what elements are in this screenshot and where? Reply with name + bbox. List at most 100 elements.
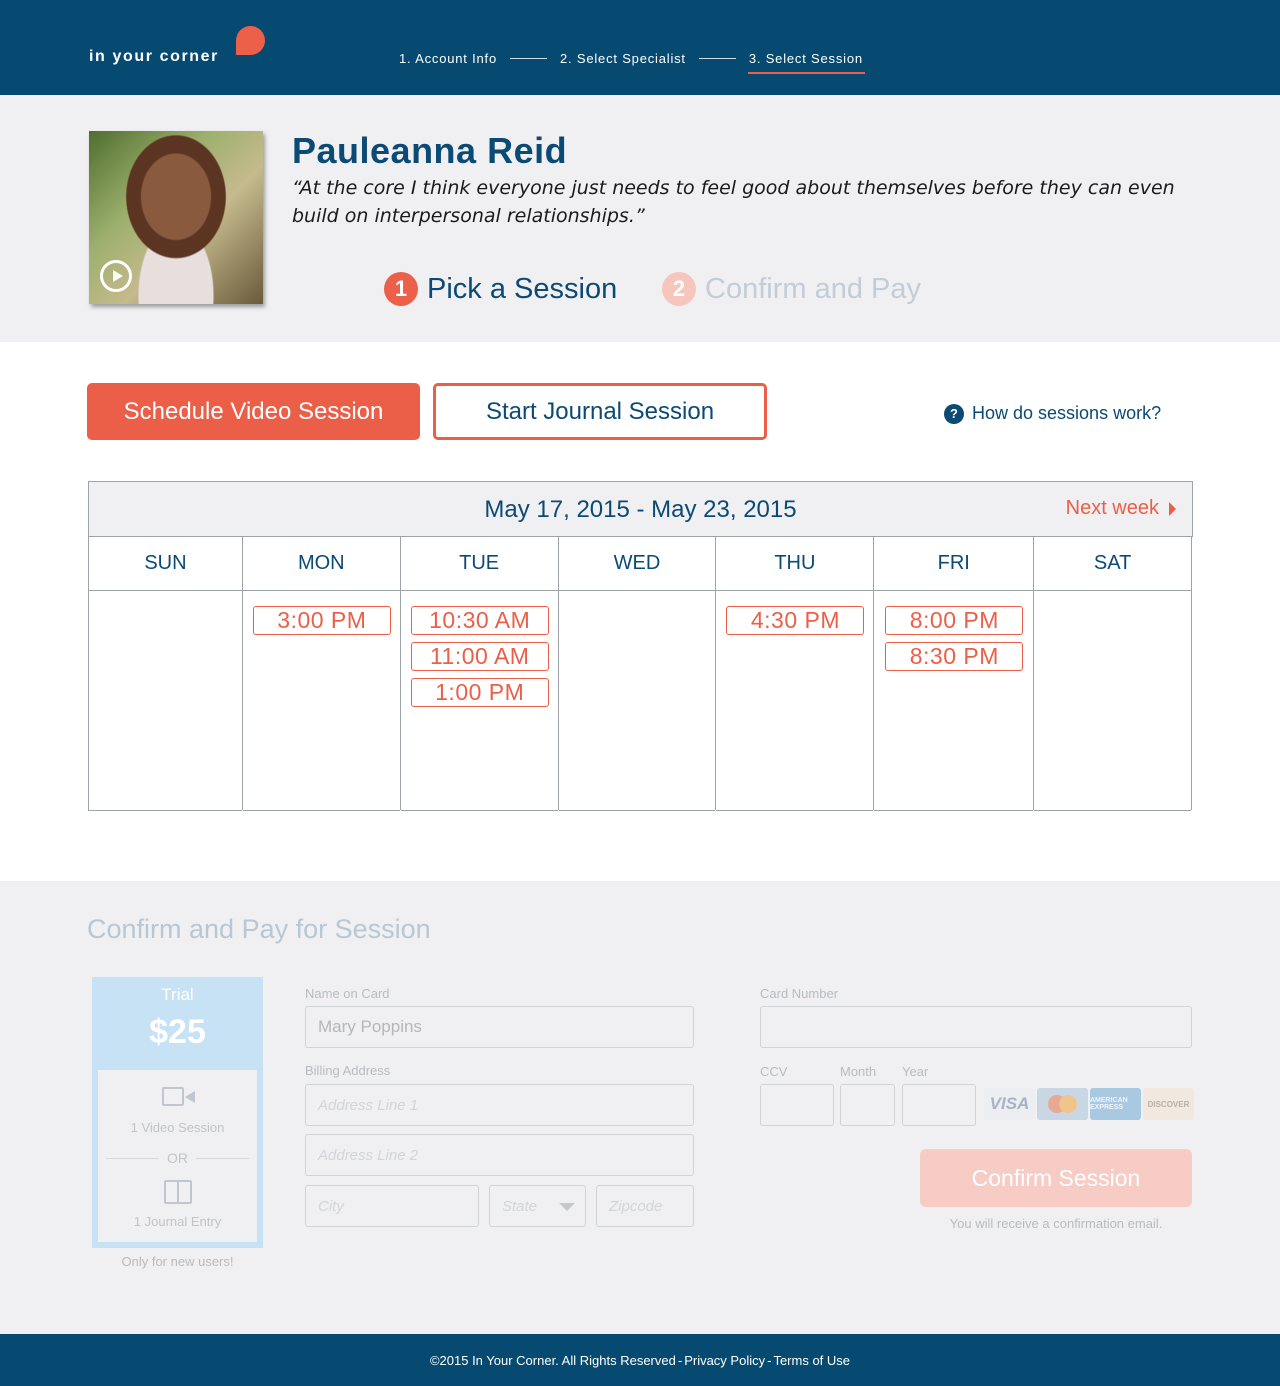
address-line-2-input[interactable]: Address Line 2 xyxy=(305,1134,694,1176)
trial-details: 1 Video Session OR 1 Journal Entry xyxy=(98,1070,257,1242)
day-header: SAT xyxy=(1034,536,1192,591)
schedule-video-session-button[interactable]: Schedule Video Session xyxy=(87,383,420,440)
time-slot[interactable]: 11:00 AM xyxy=(410,642,549,671)
how-sessions-work-link[interactable]: ? How do sessions work? xyxy=(944,403,1161,424)
discover-card-icon: DISCOVER xyxy=(1143,1088,1194,1120)
ccv-input[interactable] xyxy=(760,1084,834,1126)
book-icon xyxy=(164,1180,192,1204)
day-slots: 10:30 AM 11:00 AM 1:00 PM xyxy=(400,591,558,811)
substep-pick-session: 1 Pick a Session xyxy=(384,272,617,306)
start-journal-session-button[interactable]: Start Journal Session xyxy=(433,383,767,440)
play-video-icon[interactable] xyxy=(100,260,132,292)
month-label: Month xyxy=(840,1064,877,1079)
step-select-session[interactable]: 3. Select Session xyxy=(747,51,865,74)
footer-separator: - xyxy=(767,1352,772,1368)
divider-line xyxy=(196,1157,249,1159)
time-slot[interactable]: 1:00 PM xyxy=(410,678,549,707)
city-input[interactable]: City xyxy=(305,1185,479,1227)
time-slot[interactable]: 4:30 PM xyxy=(726,606,865,635)
name-on-card-label: Name on Card xyxy=(305,986,390,1001)
trial-or-divider: OR xyxy=(106,1150,249,1166)
day-slots xyxy=(1034,591,1192,811)
time-slot[interactable]: 3:00 PM xyxy=(252,606,391,635)
specialist-name: Pauleanna Reid xyxy=(292,130,568,171)
month-input[interactable] xyxy=(840,1084,895,1126)
next-week-label: Next week xyxy=(1065,497,1159,519)
day-slots: 8:00 PM 8:30 PM xyxy=(874,591,1034,811)
state-select[interactable]: State xyxy=(489,1185,586,1227)
year-label: Year xyxy=(902,1064,929,1079)
footer-separator: - xyxy=(677,1352,683,1368)
trial-plan-card[interactable]: Trial $25 1 Video Session OR 1 Journal E… xyxy=(92,977,263,1248)
week-range: May 17, 2015 - May 23, 2015 xyxy=(484,496,797,523)
year-input[interactable] xyxy=(902,1084,976,1126)
time-slot[interactable]: 8:30 PM xyxy=(885,642,1024,671)
terms-of-use-link[interactable]: Terms of Use xyxy=(773,1353,850,1368)
divider-line xyxy=(106,1157,159,1159)
next-week-link[interactable]: Next week xyxy=(1066,497,1176,520)
substep-confirm-pay: 2 Confirm and Pay xyxy=(662,272,921,306)
help-icon: ? xyxy=(944,403,964,424)
specialist-profile: Pauleanna Reid “At the core I think ever… xyxy=(0,95,1280,342)
time-slot[interactable]: 10:30 AM xyxy=(410,606,549,635)
trial-journal-entry: 1 Journal Entry xyxy=(133,1214,222,1229)
substep-label: Pick a Session xyxy=(427,272,618,305)
mastercard-icon xyxy=(1037,1088,1088,1120)
step-select-specialist[interactable]: 2. Select Specialist xyxy=(560,51,686,66)
day-column-sat: SAT xyxy=(1034,536,1193,811)
or-text: OR xyxy=(167,1150,188,1166)
caret-right-icon xyxy=(1169,501,1176,516)
day-column-fri: FRI 8:00 PM 8:30 PM xyxy=(874,536,1035,811)
card-number-input[interactable] xyxy=(760,1006,1192,1048)
day-slots xyxy=(89,591,242,811)
zipcode-input[interactable]: Zipcode xyxy=(596,1185,694,1227)
card-number-label: Card Number xyxy=(760,986,839,1001)
calendar-header: May 17, 2015 - May 23, 2015 Next week xyxy=(88,481,1193,537)
session-scheduler: Schedule Video Session Start Journal Ses… xyxy=(0,342,1280,881)
trial-note: Only for new users! xyxy=(121,1254,234,1269)
billing-address-label: Billing Address xyxy=(305,1063,391,1078)
day-header: WED xyxy=(558,536,716,591)
pay-section-title: Confirm and Pay for Session xyxy=(87,914,431,944)
trial-label: Trial xyxy=(161,985,194,1004)
substep-number: 2 xyxy=(662,272,696,306)
day-header: THU xyxy=(716,536,874,591)
day-header: SUN xyxy=(89,536,242,591)
progress-steps: 1. Account Info 2. Select Specialist 3. … xyxy=(399,51,865,74)
step-account-info[interactable]: 1. Account Info xyxy=(399,51,497,66)
trial-price: $25 xyxy=(149,1013,206,1051)
page-footer: ©2015 In Your Corner. All Rights Reserve… xyxy=(0,1334,1280,1386)
day-header: MON xyxy=(242,536,400,591)
address-line-1-input[interactable]: Address Line 1 xyxy=(305,1084,694,1126)
confirm-session-button[interactable]: Confirm Session xyxy=(920,1149,1192,1207)
ccv-label: CCV xyxy=(760,1064,788,1079)
how-sessions-work-label: How do sessions work? xyxy=(972,403,1162,423)
footer-copyright: ©2015 In Your Corner. All Rights Reserve… xyxy=(429,1352,676,1368)
specialist-quote: “At the core I think everyone just needs… xyxy=(292,177,1175,227)
logo-text[interactable]: in your corner xyxy=(89,48,219,66)
name-on-card-input[interactable]: Mary Poppins xyxy=(305,1006,694,1048)
day-header: TUE xyxy=(400,536,558,591)
day-slots: 3:00 PM xyxy=(242,591,400,811)
day-column-wed: WED xyxy=(558,536,717,811)
step-divider xyxy=(698,58,736,59)
weekly-calendar: May 17, 2015 - May 23, 2015 Next week SU… xyxy=(88,481,1193,811)
state-placeholder: State xyxy=(502,1197,538,1215)
mastercard-circle-right xyxy=(1059,1095,1077,1113)
specialist-photo[interactable] xyxy=(89,131,263,304)
day-header: FRI xyxy=(874,536,1034,591)
video-camera-icon xyxy=(162,1087,195,1106)
day-column-tue: TUE 10:30 AM 11:00 AM 1:00 PM xyxy=(400,536,559,811)
top-header: in your corner 1. Account Info 2. Select… xyxy=(0,0,1280,95)
accepted-cards: VISA AMERICAN EXPRESS DISCOVER xyxy=(984,1088,1196,1120)
privacy-policy-link[interactable]: Privacy Policy xyxy=(684,1353,765,1368)
day-slots: 4:30 PM xyxy=(716,591,874,811)
substep-number: 1 xyxy=(384,272,418,306)
logo-bubble-icon xyxy=(236,26,265,55)
time-slot[interactable]: 8:00 PM xyxy=(885,606,1024,635)
day-slots xyxy=(558,591,716,811)
confirmation-email-note: You will receive a confirmation email. xyxy=(949,1216,1163,1231)
day-column-mon: MON 3:00 PM xyxy=(242,536,401,811)
calendar-days: SUN MON 3:00 PM TUE 10:30 AM 11:00 AM 1:… xyxy=(88,536,1193,811)
amex-card-icon: AMERICAN EXPRESS xyxy=(1090,1088,1141,1120)
